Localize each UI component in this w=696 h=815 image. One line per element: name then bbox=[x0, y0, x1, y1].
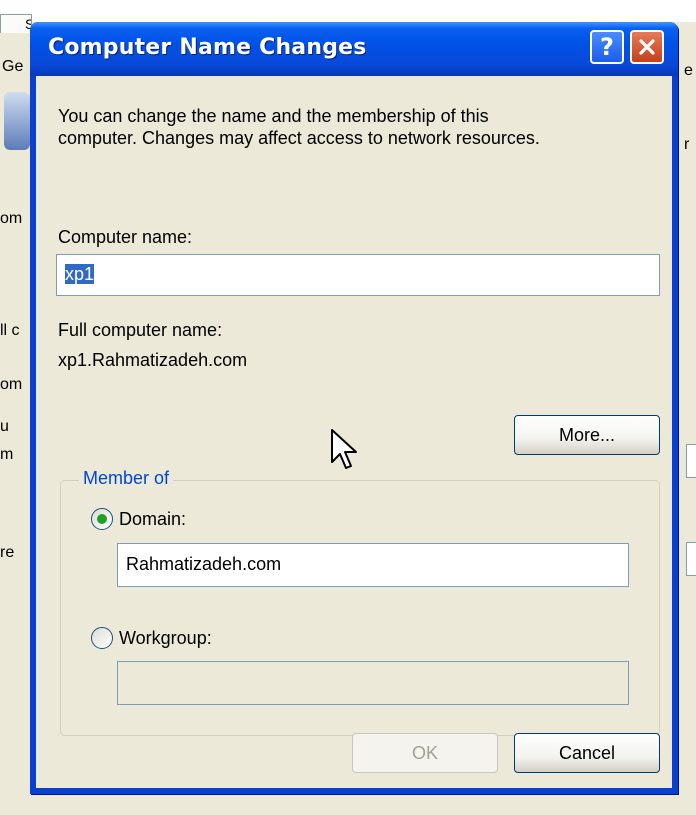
radio-selected-dot bbox=[97, 514, 107, 524]
computer-name-label: Computer name: bbox=[58, 227, 193, 247]
domain-input[interactable]: Rahmatizadeh.com bbox=[117, 543, 629, 587]
title-bar[interactable]: Computer Name Changes ? bbox=[30, 22, 678, 76]
domain-label[interactable]: Domain: bbox=[119, 508, 186, 530]
parent-text-fragment: ll c bbox=[0, 322, 20, 339]
ok-button: OK bbox=[352, 733, 498, 773]
parent-text-fragment: om bbox=[0, 376, 23, 393]
full-computer-name-value: xp1.Rahmatizadeh.com bbox=[58, 350, 248, 370]
parent-button-edge[interactable] bbox=[686, 444, 696, 478]
help-button[interactable]: ? bbox=[590, 30, 624, 64]
parent-text-fragment: u bbox=[0, 418, 9, 435]
parent-tab-fragment-text: S bbox=[1, 16, 31, 32]
parent-text-fragment: om bbox=[0, 210, 23, 227]
help-question-icon: ? bbox=[600, 33, 614, 61]
computer-name-changes-dialog: Computer Name Changes ? You can change t… bbox=[30, 22, 678, 794]
parent-text-fragment: r bbox=[684, 136, 690, 153]
description-line-1: You can change the name and the membersh… bbox=[58, 106, 489, 126]
domain-radio[interactable] bbox=[91, 508, 113, 530]
member-of-groupbox: Member of Domain: Rahmatizadeh.com Workg… bbox=[60, 468, 660, 736]
workgroup-input bbox=[117, 661, 629, 705]
cancel-button[interactable]: Cancel bbox=[514, 733, 660, 773]
more-button[interactable]: More... bbox=[514, 415, 660, 455]
full-computer-name-label: Full computer name: bbox=[58, 320, 223, 340]
workgroup-label[interactable]: Workgroup: bbox=[119, 627, 212, 649]
dialog-title: Computer Name Changes bbox=[48, 35, 367, 60]
parent-window-topbar bbox=[0, 0, 696, 22]
mouse-pointer-icon bbox=[331, 429, 357, 469]
parent-text-fragment: m bbox=[0, 446, 14, 463]
workgroup-radio[interactable] bbox=[91, 627, 113, 649]
close-button[interactable] bbox=[630, 30, 664, 64]
parent-text-fragment: e bbox=[684, 62, 693, 79]
computer-monitor-icon bbox=[4, 92, 30, 150]
computer-name-input[interactable]: xp1 bbox=[56, 254, 660, 296]
parent-text-fragment: re bbox=[0, 544, 15, 561]
parent-tab-fragment: S bbox=[0, 14, 32, 33]
computer-name-selected-text: xp1 bbox=[65, 264, 95, 284]
description-line-2: computer. Changes may affect access to n… bbox=[58, 128, 540, 148]
close-x-icon bbox=[639, 39, 655, 55]
parent-tab-fragment-general: Ge bbox=[2, 58, 24, 75]
parent-button-edge[interactable] bbox=[686, 542, 696, 576]
member-of-label: Member of bbox=[79, 468, 174, 489]
